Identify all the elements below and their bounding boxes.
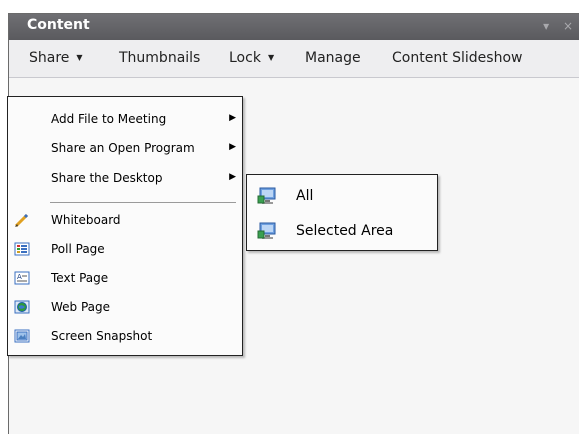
- text-page-icon: A: [14, 270, 30, 286]
- panel-title-bar: Content ▾ ×: [9, 14, 579, 40]
- share-button[interactable]: Share ▼: [29, 50, 83, 66]
- menu-item-share-desktop[interactable]: Share the Desktop ▶: [8, 167, 242, 189]
- menu-item-label: Screen Snapshot: [51, 329, 153, 343]
- panel-close-icon[interactable]: ×: [563, 19, 573, 33]
- menu-item-label: Text Page: [51, 271, 109, 285]
- thumbnails-button[interactable]: Thumbnails: [119, 50, 200, 66]
- submenu-arrow-icon: ▶: [229, 142, 236, 152]
- submenu-item-all[interactable]: All: [247, 182, 437, 210]
- menu-item-screen-snapshot[interactable]: Screen Snapshot: [8, 325, 242, 347]
- panel-menu-icon[interactable]: ▾: [543, 19, 549, 33]
- submenu-item-selected-area[interactable]: Selected Area: [247, 217, 437, 245]
- lock-button[interactable]: Lock ▼: [229, 50, 274, 66]
- content-slideshow-button[interactable]: Content Slideshow: [392, 50, 522, 66]
- menu-item-label: Poll Page: [51, 242, 105, 256]
- share-desktop-submenu: All Selected Area: [246, 174, 438, 251]
- panel-title: Content: [27, 17, 90, 33]
- content-toolbar: Share ▼ Thumbnails Lock ▼ Manage Content S…: [9, 40, 579, 78]
- menu-item-web-page[interactable]: Web Page: [8, 296, 242, 318]
- desktop-selected-area-icon: [257, 221, 277, 241]
- menu-item-text-page[interactable]: A Text Page: [8, 267, 242, 289]
- screen-snapshot-icon: [14, 328, 30, 344]
- menu-item-label: Share the Desktop: [51, 171, 163, 185]
- share-label: Share: [29, 50, 70, 66]
- share-dropdown-icon: ▼: [76, 53, 83, 62]
- submenu-arrow-icon: ▶: [229, 113, 236, 123]
- menu-item-label: Whiteboard: [51, 213, 121, 227]
- poll-page-icon: [14, 241, 30, 257]
- lock-dropdown-icon: ▼: [267, 53, 275, 62]
- menu-item-label: Web Page: [51, 300, 111, 314]
- submenu-arrow-icon: ▶: [229, 172, 236, 182]
- web-page-icon: [14, 299, 30, 315]
- lock-label: Lock: [229, 50, 261, 66]
- desktop-all-icon: [257, 186, 277, 206]
- menu-item-label: Share an Open Program: [51, 141, 195, 155]
- menu-item-share-open-program[interactable]: Share an Open Program ▶: [8, 137, 242, 159]
- svg-text:A: A: [17, 273, 22, 281]
- whiteboard-icon: [14, 212, 30, 228]
- manage-button[interactable]: Manage: [305, 50, 361, 66]
- menu-item-label: Add File to Meeting: [51, 112, 167, 126]
- submenu-item-label: All: [296, 188, 314, 204]
- submenu-item-label: Selected Area: [296, 223, 394, 239]
- panel-controls: ▾ ×: [533, 19, 573, 33]
- menu-item-whiteboard[interactable]: Whiteboard: [8, 209, 242, 231]
- menu-item-poll-page[interactable]: Poll Page: [8, 238, 242, 260]
- menu-item-add-file[interactable]: Add File to Meeting ▶: [8, 108, 242, 130]
- share-menu: Add File to Meeting ▶ Share an Open Prog…: [7, 96, 243, 356]
- menu-separator: [50, 202, 236, 203]
